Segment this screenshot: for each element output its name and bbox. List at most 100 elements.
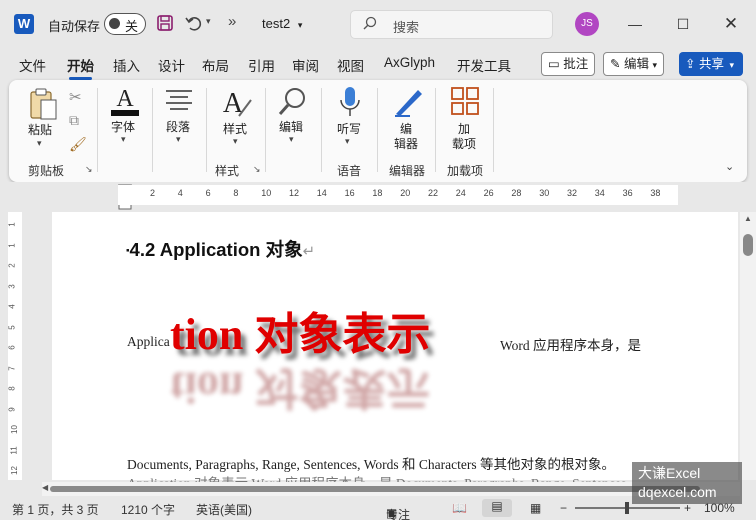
ruler-tick: 8 [233,188,239,198]
ruler-tick: 4 [177,188,183,198]
maximize-icon[interactable]: ☐ [668,10,698,38]
vruler-tick: 8 [7,386,17,391]
zoom-slider-thumb[interactable] [625,502,629,514]
share-button[interactable]: ⇪ 共享 ▾ [679,52,743,76]
tab-developer[interactable]: 开发工具 [457,55,511,75]
ruler-tick: 32 [567,188,578,198]
horizontal-ruler[interactable]: 2 4 6 8 10 12 14 16 18 20 22 24 26 28 30 32 34 36 38 [118,185,678,205]
addins-icon[interactable] [450,86,480,119]
divider [152,88,153,172]
save-icon[interactable] [156,14,174,37]
chevron-down-icon[interactable]: ▾ [121,134,126,145]
ruler-tick: 28 [511,188,522,198]
chevron-down-icon[interactable]: ▾ [233,136,238,147]
group-addins: 加载项 [447,164,484,178]
close-icon[interactable]: ✕ [716,10,746,38]
horizontal-scroll-thumb[interactable] [50,486,700,492]
dialog-launcher-icon[interactable]: ↘ [253,164,261,175]
tab-review[interactable]: 审阅 [292,55,319,75]
paragraph-mark-icon: ↵ [302,243,316,260]
more-commands-icon[interactable]: » [228,13,236,30]
language[interactable]: 英语(美国) [196,501,252,518]
comment-icon: ▭ [548,57,560,71]
print-layout-icon[interactable]: ▤ [482,499,512,517]
autosave-toggle[interactable]: 关 [104,13,146,35]
document-heading: ▪4.2 Application 对象↵ [126,236,315,262]
divider [265,88,266,172]
dialog-launcher-icon[interactable]: ↘ [85,164,93,175]
avatar[interactable]: JS [575,12,599,36]
ruler-tick: 10 [261,188,272,198]
scroll-left-icon[interactable]: ◀ [42,483,48,492]
editor-icon[interactable] [392,86,424,121]
tab-references[interactable]: 引用 [248,55,275,75]
chevron-down-icon[interactable]: ▾ [176,134,181,145]
paragraph-icon[interactable] [164,88,194,117]
tab-design[interactable]: 设计 [158,55,185,75]
vertical-scroll-thumb[interactable] [743,234,753,256]
ruler-tick: 36 [622,188,633,198]
vertical-scrollbar[interactable]: ▲ [740,212,756,480]
chevron-down-icon[interactable]: ▾ [289,134,294,145]
editor-label-2[interactable]: 辑器 [394,135,418,152]
collapse-ribbon-icon[interactable]: ⌄ [725,160,734,173]
page-count[interactable]: 第 1 页，共 3 页 [12,501,99,518]
copy-icon[interactable]: ⧉ [69,112,79,129]
font-label[interactable]: 字体 [111,118,135,135]
ruler-tick: 2 [150,188,156,198]
dictate-label[interactable]: 听写 [337,120,361,137]
heading-text: 4.2 Application 对象 [129,239,303,260]
paste-icon[interactable] [29,87,59,124]
addins-label-2[interactable]: 载项 [452,135,476,152]
vertical-ruler[interactable]: 1 1 2 3 4 5 6 7 8 9 10 11 12 [8,212,22,480]
cut-icon[interactable]: ✂ [69,88,82,106]
tab-home[interactable]: 开始 [67,55,94,80]
share-icon: ⇪ [685,57,696,71]
group-editor: 编辑器 [389,164,426,178]
undo-dropdown-icon[interactable]: ▾ [206,16,211,27]
word-count[interactable]: 1210 个字 [121,501,175,518]
find-icon[interactable] [277,86,309,121]
ruler-tick: 30 [539,188,550,198]
chevron-down-icon: ▾ [652,60,657,70]
document-title[interactable]: test2 ▾ [262,16,302,31]
group-voice: 语音 [337,164,362,178]
format-painter-icon[interactable]: 🖌 [69,136,87,153]
editing-mode-button[interactable]: ✎ 编辑 ▾ [603,52,664,76]
font-icon[interactable]: A [110,84,140,121]
tab-layout[interactable]: 布局 [202,55,229,75]
search-box[interactable]: 搜索 [350,10,553,39]
word-logo-icon: W [14,14,34,34]
tab-insert[interactable]: 插入 [113,55,140,75]
vruler-tick: 4 [7,304,17,309]
web-layout-icon[interactable]: ▦ [530,501,541,515]
styles-icon[interactable]: A [221,86,253,123]
autosave-label: 自动保存 [48,19,101,34]
tab-view[interactable]: 视图 [337,55,364,75]
read-mode-icon[interactable]: 📖 [452,501,467,515]
tab-file[interactable]: 文件 [19,55,46,75]
wordart-text[interactable]: tion 对象表示 [170,298,430,362]
chevron-down-icon[interactable]: ▾ [345,136,350,147]
paragraph-label[interactable]: 段落 [166,118,190,135]
minimize-icon[interactable]: — [620,10,650,38]
styles-label[interactable]: 样式 [223,120,247,137]
chevron-down-icon[interactable]: ▾ [37,138,42,149]
ruler-tick: 34 [594,188,605,198]
paste-label[interactable]: 粘贴 [28,121,52,138]
vruler-tick: 5 [7,324,17,330]
vruler-tick: 12 [9,466,19,475]
zoom-out-icon[interactable]: − [560,501,567,515]
microphone-icon[interactable] [339,86,361,123]
scroll-up-icon[interactable]: ▲ [744,214,752,223]
vruler-tick: 1 [7,242,17,248]
ruler-tick: 22 [428,188,439,198]
group-styles: 样式 [215,164,240,178]
undo-icon[interactable] [184,13,204,38]
editing-group-label[interactable]: 编辑 [279,118,303,135]
comments-button[interactable]: ▭ 批注 [541,52,596,76]
divider [206,88,207,172]
search-icon [363,16,377,30]
tab-axglyph[interactable]: AxGlyph [384,55,435,70]
divider [435,88,436,172]
